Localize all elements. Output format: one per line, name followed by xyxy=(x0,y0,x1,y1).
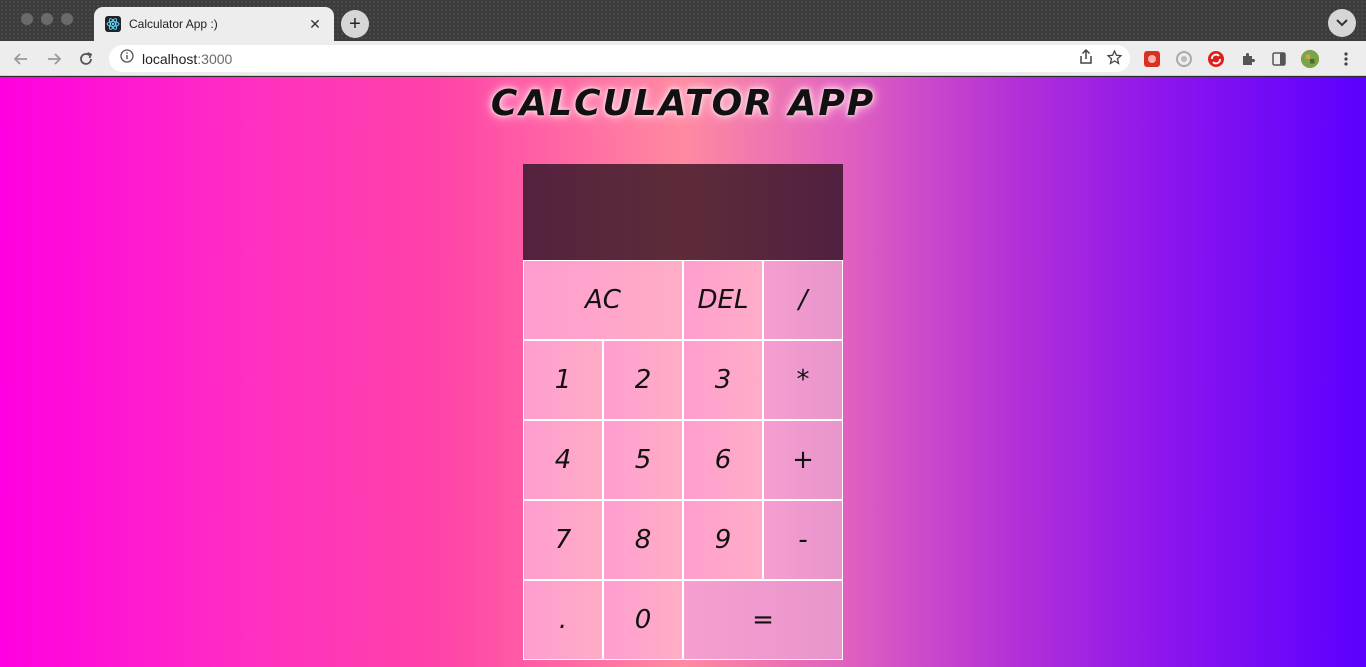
browser-tab-active[interactable]: Calculator App :) ✕ xyxy=(94,7,334,41)
url-host: localhost xyxy=(142,50,198,67)
extension-red-icon[interactable] xyxy=(1142,49,1162,69)
browser-toolbar: localhost:3000 xyxy=(0,41,1366,76)
reload-icon[interactable] xyxy=(74,47,98,71)
digit-6-button[interactable]: 6 xyxy=(683,420,763,500)
digit-9-button[interactable]: 9 xyxy=(683,500,763,580)
share-icon[interactable] xyxy=(1079,48,1093,70)
address-bar[interactable]: localhost:3000 xyxy=(109,45,1130,72)
multiply-button[interactable]: * xyxy=(763,340,843,420)
browser-menu-icon[interactable] xyxy=(1336,49,1356,69)
divide-button[interactable]: / xyxy=(763,260,843,340)
subtract-button[interactable]: - xyxy=(763,500,843,580)
digit-4-button[interactable]: 4 xyxy=(523,420,603,500)
digit-3-button[interactable]: 3 xyxy=(683,340,763,420)
side-panel-icon[interactable] xyxy=(1269,49,1289,69)
window-minimize-control[interactable] xyxy=(41,13,53,25)
window-close-control[interactable] xyxy=(21,13,33,25)
all-clear-button[interactable]: AC xyxy=(523,260,683,340)
tab-close-icon[interactable]: ✕ xyxy=(306,15,324,33)
equals-button[interactable]: = xyxy=(683,580,843,660)
tab-search-chevron-icon[interactable] xyxy=(1328,9,1356,37)
back-arrow-icon[interactable] xyxy=(9,47,33,71)
calculator-display xyxy=(523,164,843,260)
window-zoom-control[interactable] xyxy=(61,13,73,25)
delete-button[interactable]: DEL xyxy=(683,260,763,340)
digit-8-button[interactable]: 8 xyxy=(603,500,683,580)
add-button[interactable]: + xyxy=(763,420,843,500)
tab-title: Calculator App :) xyxy=(129,17,218,31)
digit-1-button[interactable]: 1 xyxy=(523,340,603,420)
page-viewport: CALCULATOR APP AC DEL / 1 2 3 * 4 5 6 + … xyxy=(0,77,1366,667)
url-port: :3000 xyxy=(197,50,233,67)
digit-5-button[interactable]: 5 xyxy=(603,420,683,500)
site-info-icon[interactable] xyxy=(120,49,134,68)
page-title: CALCULATOR APP xyxy=(490,83,876,124)
digit-0-button[interactable]: 0 xyxy=(603,580,683,660)
calculator: AC DEL / 1 2 3 * 4 5 6 + 7 8 9 - . 0 = xyxy=(523,164,843,660)
decimal-button[interactable]: . xyxy=(523,580,603,660)
url-text: localhost:3000 xyxy=(142,51,232,67)
browser-tab-strip: Calculator App :) ✕ + xyxy=(0,0,1366,41)
digit-2-button[interactable]: 2 xyxy=(603,340,683,420)
extensions-puzzle-icon[interactable] xyxy=(1238,49,1258,69)
forward-arrow-icon[interactable] xyxy=(42,47,66,71)
react-icon xyxy=(105,16,121,32)
new-tab-button[interactable]: + xyxy=(341,10,369,38)
extension-gray-icon[interactable] xyxy=(1174,49,1194,69)
profile-avatar[interactable] xyxy=(1300,49,1320,69)
bookmark-star-icon[interactable] xyxy=(1106,48,1123,70)
digit-7-button[interactable]: 7 xyxy=(523,500,603,580)
extension-sync-icon[interactable] xyxy=(1206,49,1226,69)
